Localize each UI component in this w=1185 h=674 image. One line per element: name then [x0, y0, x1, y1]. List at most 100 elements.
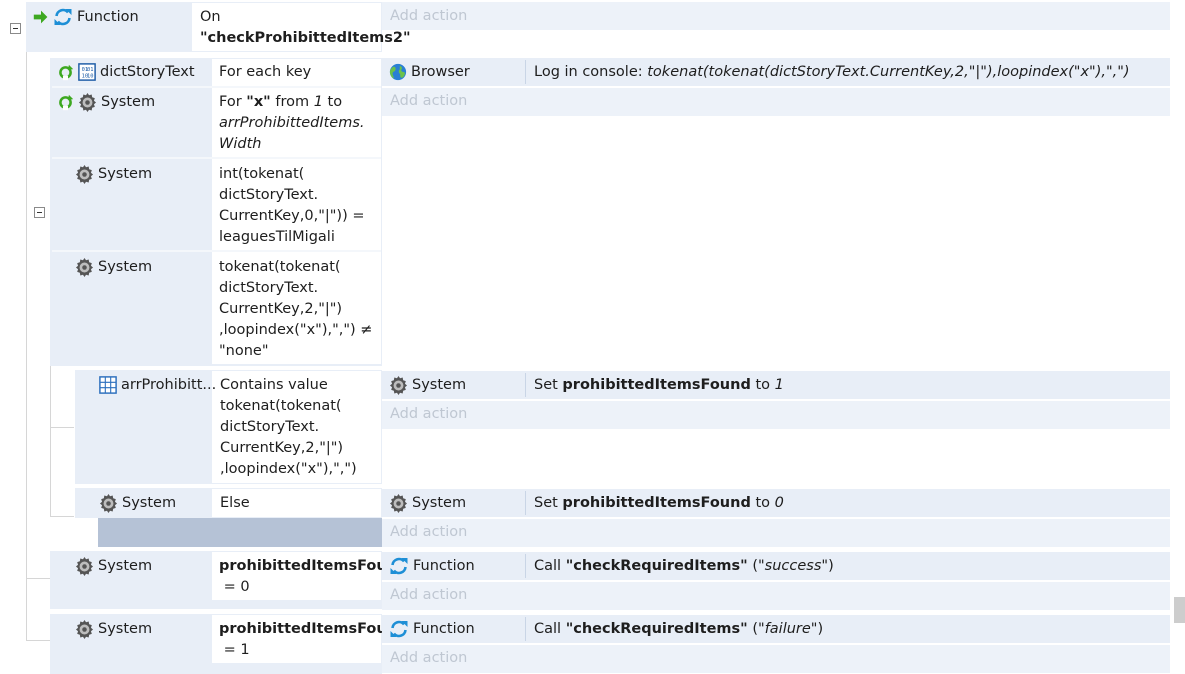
function-refresh-icon — [53, 7, 73, 27]
found0-action-object[interactable]: Function — [389, 555, 475, 577]
found0-add-row — [382, 582, 1170, 610]
else-object-label: System — [122, 495, 177, 511]
text: Call — [534, 621, 566, 637]
gear-icon — [389, 494, 408, 513]
gear-icon — [389, 376, 408, 395]
action-separator — [525, 60, 526, 84]
text: Set — [534, 495, 563, 511]
found0-action-object-label: Function — [413, 558, 475, 574]
loop-key-object-label: dictStoryText — [100, 64, 195, 80]
vertical-scrollbar-thumb[interactable] — [1174, 597, 1185, 623]
event-root-object[interactable]: Function — [33, 6, 139, 28]
action-expression: tokenat(tokenat(dictStoryText.CurrentKey… — [647, 64, 1130, 80]
add-action-link[interactable]: Add action — [390, 93, 467, 109]
found1-condition-clip: prohibittedItemsFour = 1 — [219, 619, 382, 663]
action-separator — [525, 373, 526, 397]
else-action-object-label: System — [412, 495, 467, 511]
found1-action-object[interactable]: Function — [389, 618, 475, 640]
row-divider — [52, 157, 381, 159]
text: ) — [828, 558, 834, 574]
loop-x-object[interactable]: System — [57, 91, 155, 113]
globe-icon — [389, 63, 407, 81]
compare2-line: ,loopindex("x"),",") ≠ — [219, 322, 373, 338]
gear-icon — [75, 620, 94, 639]
loop-icon — [57, 64, 74, 81]
text: to — [750, 377, 775, 393]
row-divider — [52, 86, 381, 88]
event-root-cond-line2: "checkProhibittedItems2" — [200, 30, 411, 46]
else-action-text[interactable]: Set prohibittedItemsFound to 0 — [534, 493, 784, 514]
event-root-object-label: Function — [77, 9, 139, 25]
text: "failure" — [758, 621, 818, 637]
contains-line: ,loopindex("x"),",") — [220, 461, 357, 477]
collapse-toggle-loop[interactable] — [34, 207, 45, 218]
loop-x-line1: For "x" from 1 to — [219, 92, 342, 113]
loop-key-action-object-label: Browser — [411, 64, 470, 80]
loop-icon — [57, 94, 74, 111]
found1-object[interactable]: System — [75, 618, 152, 640]
contains-object[interactable]: arrProhibitt... — [99, 374, 216, 396]
add-action-link[interactable]: Add action — [390, 406, 467, 422]
text: prohibittedItemsFound — [562, 495, 751, 511]
add-action-link[interactable]: Add action — [390, 8, 467, 24]
gear-icon — [75, 258, 94, 277]
compare1-line: CurrentKey,0,"|")) = — [219, 208, 365, 224]
add-action-link[interactable]: Add action — [390, 587, 467, 603]
compare1-line: dictStoryText. — [219, 187, 319, 203]
row-divider — [52, 250, 381, 252]
green-arrow-icon — [33, 9, 49, 25]
gear-icon — [75, 557, 94, 576]
else-action-object[interactable]: System — [389, 492, 466, 514]
contains-action-object[interactable]: System — [389, 374, 466, 396]
compare1-object[interactable]: System — [75, 163, 152, 185]
function-refresh-icon — [389, 556, 409, 576]
text: to — [750, 495, 775, 511]
collapse-toggle-root[interactable] — [10, 23, 21, 34]
found1-action-object-label: Function — [413, 621, 475, 637]
contains-object-label: arrProhibitt... — [121, 377, 217, 393]
found1-line2: = 1 — [219, 642, 250, 658]
text: ( — [747, 621, 759, 637]
gear-icon — [99, 494, 118, 513]
event-root-cond-line1: On — [200, 9, 221, 25]
found0-object[interactable]: System — [75, 555, 152, 577]
found1-object-label: System — [98, 621, 153, 637]
add-action-link[interactable]: Add action — [390, 524, 467, 540]
else-block-footer — [98, 518, 382, 547]
loop-key-object[interactable]: dictStoryText — [57, 61, 195, 83]
loop-x-actions-row — [382, 88, 1170, 116]
text: 0 — [774, 495, 784, 511]
else-add-row — [382, 519, 1170, 547]
tree-line — [26, 52, 27, 640]
loop-key-condition: For each key — [219, 64, 312, 80]
loop-key-action-object[interactable]: Browser — [389, 61, 470, 83]
compare2-line: "none" — [219, 343, 269, 359]
contains-line: Contains value — [220, 377, 328, 393]
compare1-line: int(tokenat( — [219, 166, 305, 182]
action-separator — [525, 491, 526, 515]
text: 1 — [313, 94, 323, 110]
compare2-line: tokenat(tokenat( — [219, 259, 341, 275]
text: "checkRequiredItems" — [565, 558, 748, 574]
text: ( — [747, 558, 759, 574]
add-action-link[interactable]: Add action — [390, 650, 467, 666]
compare2-object[interactable]: System — [75, 256, 152, 278]
compare2-line: dictStoryText. — [219, 280, 319, 296]
text: Call — [534, 558, 566, 574]
tree-line — [26, 578, 50, 579]
contains-line: tokenat(tokenat( — [220, 398, 342, 414]
text: For — [219, 94, 247, 110]
action-separator — [525, 554, 526, 578]
grid-icon — [99, 376, 117, 394]
tree-line — [26, 640, 50, 641]
loop-x-line3: Width — [219, 136, 262, 152]
contains-action-text[interactable]: Set prohibittedItemsFound to 1 — [534, 375, 784, 396]
text: Set — [534, 377, 563, 393]
found1-action-text[interactable]: Call "checkRequiredItems" ("failure") — [534, 619, 823, 640]
compare1-line: leaguesTilMigali — [219, 229, 335, 245]
loop-key-action-text[interactable]: Log in console: tokenat(tokenat(dictStor… — [534, 62, 1130, 83]
found0-condition-clip: prohibittedItemsFour = 0 — [219, 556, 382, 600]
found0-action-text[interactable]: Call "checkRequiredItems" ("success") — [534, 556, 834, 577]
else-object[interactable]: System — [99, 492, 176, 514]
contains-action-object-label: System — [412, 377, 467, 393]
